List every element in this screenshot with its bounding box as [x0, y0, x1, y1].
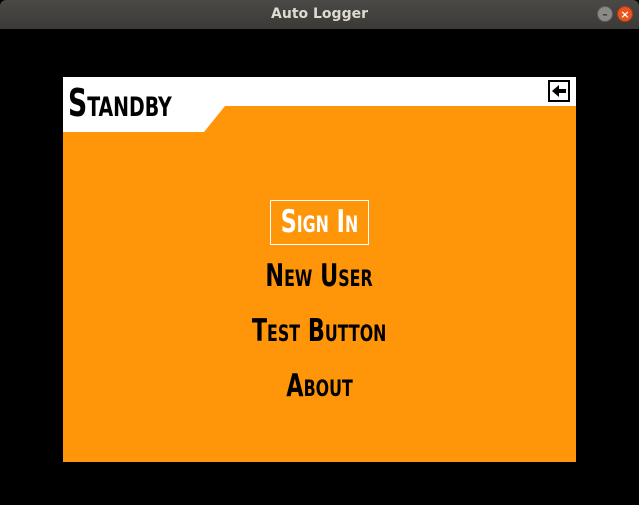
app-window: Auto Logger – × Standby Sign In New User… — [0, 0, 639, 505]
header-tab: Standby — [63, 77, 225, 132]
close-button[interactable]: × — [617, 6, 633, 22]
page-title: Standby — [68, 81, 172, 125]
new-user-label: New User — [265, 258, 374, 294]
window-titlebar[interactable]: Auto Logger – × — [0, 0, 639, 29]
test-button-label: Test Button — [252, 313, 387, 349]
about-label: About — [286, 368, 353, 404]
about-button[interactable]: About — [63, 365, 576, 411]
minimize-button[interactable]: – — [597, 6, 613, 22]
test-button[interactable]: Test Button — [63, 310, 576, 356]
window-title: Auto Logger — [271, 6, 368, 22]
sign-in-label: Sign In — [280, 204, 359, 240]
arrow-left-icon — [552, 85, 566, 97]
new-user-button[interactable]: New User — [63, 255, 576, 301]
standby-panel: Standby Sign In New User Test Button Abo… — [63, 77, 576, 462]
back-button[interactable] — [548, 80, 570, 102]
sign-in-button[interactable]: Sign In — [270, 200, 369, 245]
